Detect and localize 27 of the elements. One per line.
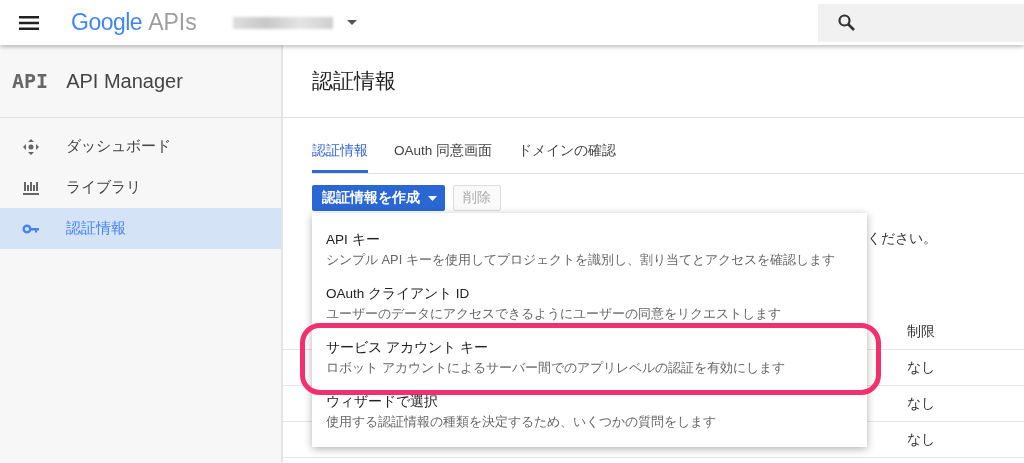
page-title: 認証情報 [312, 68, 396, 94]
menu-item[interactable]: OAuth クライアント ID ユーザーのデータにアクセスできるようにユーザーの同意をリクエストします [312, 277, 867, 331]
move-icon [22, 137, 40, 156]
search-icon [838, 14, 855, 31]
menu-item[interactable]: API キー シンプル API キーを使用してプロジェクトを識別し、割り当てとアクセスを確認します [312, 223, 867, 277]
tab[interactable]: OAuth 同意画面 [394, 142, 493, 173]
create-credentials-button[interactable]: 認証情報を作成 [312, 185, 445, 211]
column-header: 制限 [907, 322, 935, 341]
table-cell: なし [907, 430, 935, 449]
table-cell: なし [907, 394, 935, 413]
menu-icon[interactable] [19, 15, 39, 30]
api-label: API [12, 69, 49, 93]
caret-icon[interactable] [346, 20, 357, 25]
search-field[interactable] [818, 3, 1024, 42]
logo[interactable]: Google APIs [71, 9, 197, 36]
key-icon [22, 223, 40, 234]
library-icon [22, 179, 40, 196]
hint-text: ください。 [867, 230, 938, 248]
sidebar-item[interactable]: ライブラリ [0, 167, 281, 208]
table-cell: なし [907, 358, 935, 377]
sidebar-item[interactable]: ダッシュボード [0, 126, 281, 167]
sidebar-title: API Manager [66, 69, 183, 93]
menu-item[interactable]: サービス アカウント キー ロボット アカウントによるサーバー間でのアプリレベルの認証を有効にします [312, 331, 867, 385]
menu-item[interactable]: ウィザードで選択 使用する認証情報の種類を決定するため、いくつかの質問をします [312, 385, 867, 439]
tab[interactable]: 認証情報 [312, 142, 368, 173]
tab[interactable]: ドメインの確認 [518, 142, 617, 173]
caret-icon [428, 195, 437, 201]
